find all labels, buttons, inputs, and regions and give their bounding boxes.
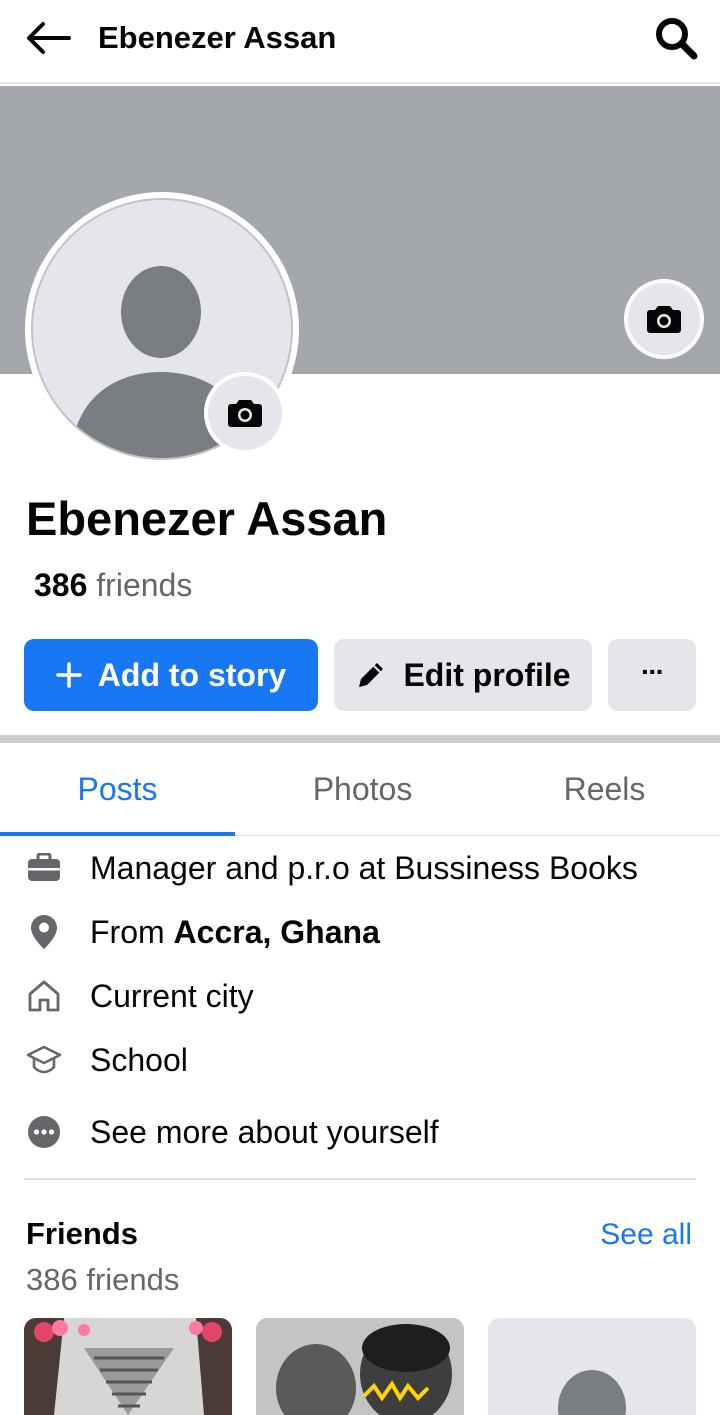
see-more-about-text: See more about yourself — [90, 1114, 439, 1150]
detail-current-city-text: Current city — [90, 978, 254, 1014]
see-all-friends-link[interactable]: See all — [600, 1215, 692, 1255]
friends-count-line[interactable]: 386 friends — [34, 565, 192, 605]
briefcase-icon — [24, 848, 64, 888]
detail-current-city[interactable]: Current city — [0, 964, 720, 1028]
friends-section-count: 386 friends — [26, 1262, 180, 1297]
profile-name: Ebenezer Assan — [26, 492, 388, 545]
tab-reels[interactable]: Reels — [487, 743, 720, 835]
friend-photo-staircase-image — [24, 1318, 232, 1415]
more-options-button[interactable]: ··· — [608, 639, 696, 711]
back-button[interactable] — [22, 16, 74, 60]
detail-hometown-text: From Accra, Ghana — [90, 912, 380, 952]
section-separator — [0, 735, 720, 743]
top-bar: Ebenezer Assan — [0, 0, 720, 84]
friends-count-label: friends — [96, 567, 193, 603]
add-to-story-label: Add to story — [97, 656, 287, 693]
default-avatar-silhouette-icon — [488, 1318, 696, 1415]
graduation-cap-icon — [24, 1040, 64, 1080]
add-to-story-button[interactable]: Add to story — [24, 639, 318, 711]
search-icon — [656, 18, 698, 60]
page-title: Ebenezer Assan — [98, 20, 337, 55]
edit-profile-label: Edit profile — [403, 656, 571, 693]
profile-tabs: Posts Photos Reels — [0, 743, 720, 836]
edit-cover-photo-button[interactable] — [624, 279, 704, 359]
tab-photos[interactable]: Photos — [245, 743, 480, 835]
detail-school[interactable]: School — [0, 1028, 720, 1092]
search-button[interactable] — [652, 14, 700, 62]
plus-icon — [56, 662, 82, 688]
friend-card[interactable] — [256, 1318, 464, 1415]
arrow-left-icon — [27, 22, 71, 54]
camera-icon — [647, 306, 681, 333]
from-prefix: From — [90, 914, 174, 950]
edit-profile-picture-button[interactable] — [204, 372, 286, 454]
detail-hometown[interactable]: From Accra, Ghana — [0, 900, 720, 964]
see-more-about-button[interactable]: See more about yourself — [0, 1100, 720, 1164]
location-pin-icon — [24, 912, 64, 952]
more-dots-icon: ··· — [641, 656, 665, 687]
friends-section-title: Friends — [26, 1216, 138, 1251]
detail-work-text: Manager and p.r.o at Bussiness Books — [90, 850, 638, 886]
from-place: Accra, Ghana — [173, 914, 380, 950]
detail-work[interactable]: Manager and p.r.o at Bussiness Books — [0, 836, 720, 900]
friends-count-number: 386 — [34, 567, 88, 603]
friend-card[interactable] — [24, 1318, 232, 1415]
camera-icon — [228, 400, 262, 427]
edit-profile-button[interactable]: Edit profile — [334, 639, 592, 711]
home-icon — [24, 976, 64, 1016]
details-divider — [24, 1178, 696, 1180]
detail-school-text: School — [90, 1042, 188, 1078]
friend-card[interactable] — [488, 1318, 696, 1415]
friend-photo-portrait-image — [256, 1318, 464, 1415]
pencil-icon — [359, 663, 384, 687]
more-circle-icon — [24, 1112, 64, 1152]
tab-posts[interactable]: Posts — [0, 743, 235, 836]
